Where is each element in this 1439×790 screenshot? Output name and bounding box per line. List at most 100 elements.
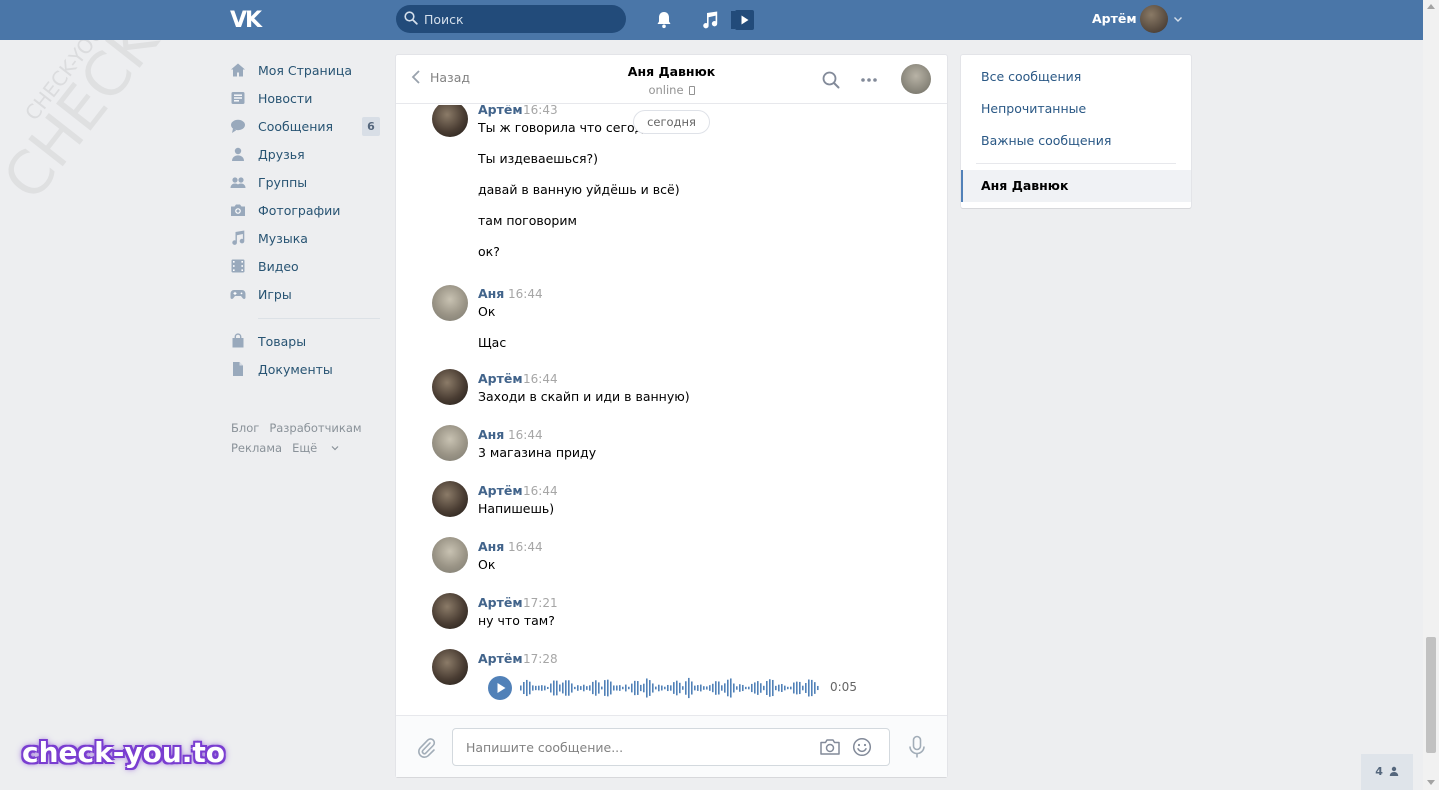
- more-options-icon[interactable]: [860, 71, 878, 89]
- voice-duration: 0:05: [830, 680, 857, 694]
- waveform-bar: [520, 685, 522, 691]
- nav-label: Группы: [258, 174, 308, 190]
- voice-waveform[interactable]: [520, 676, 820, 700]
- person-icon: [1389, 766, 1398, 776]
- nav-label: Музыка: [258, 230, 308, 246]
- waveform-bar: [706, 686, 708, 690]
- message-author[interactable]: Артём: [478, 595, 523, 610]
- waveform-bar: [811, 679, 813, 697]
- nav-item-photos[interactable]: Фотографии: [230, 196, 380, 224]
- footer-link-developers[interactable]: Разработчикам: [269, 421, 361, 435]
- nav-item-music[interactable]: Музыка: [230, 224, 380, 252]
- waveform-bar: [580, 686, 582, 690]
- music-icon[interactable]: [699, 9, 721, 31]
- avatar[interactable]: [432, 105, 468, 137]
- vk-logo[interactable]: VK: [230, 8, 264, 33]
- nav-item-documents[interactable]: Документы: [230, 355, 380, 383]
- message-author[interactable]: Аня: [478, 427, 504, 442]
- microphone-icon[interactable]: [908, 735, 926, 759]
- voice-play-button[interactable]: [488, 676, 512, 700]
- scroll-down-arrow[interactable]: [1427, 780, 1435, 785]
- video-play-icon[interactable]: [731, 9, 755, 31]
- search-icon: [404, 11, 418, 25]
- header-avatar[interactable]: [1140, 5, 1168, 33]
- filter-important[interactable]: Важные сообщения: [961, 125, 1191, 157]
- nav-item-games[interactable]: Игры: [230, 280, 380, 308]
- scrollbar-thumb[interactable]: [1426, 637, 1436, 753]
- nav-item-news[interactable]: Новости: [230, 84, 380, 112]
- waveform-bar: [640, 684, 642, 692]
- waveform-bar: [808, 679, 810, 697]
- waveform-bar: [739, 684, 741, 692]
- message-time: 16:44: [523, 484, 558, 498]
- waveform-bar: [697, 685, 699, 691]
- waveform-bar: [556, 680, 558, 696]
- nav-item-goods[interactable]: Товары: [230, 327, 380, 355]
- waveform-bar: [754, 682, 756, 694]
- page-scrollbar[interactable]: [1423, 0, 1439, 790]
- waveform-bar: [592, 681, 594, 695]
- waveform-bar: [637, 681, 639, 695]
- nav-label: Сообщения: [258, 118, 334, 134]
- waveform-bar: [532, 685, 534, 691]
- waveform-bar: [601, 686, 603, 690]
- camera-icon[interactable]: [819, 738, 841, 756]
- message-author[interactable]: Аня: [478, 539, 504, 554]
- message-time: 16:44: [508, 540, 543, 554]
- search-box[interactable]: [396, 5, 626, 33]
- avatar[interactable]: [432, 593, 468, 629]
- avatar[interactable]: [432, 369, 468, 405]
- nav-separator: [258, 318, 380, 319]
- search-icon[interactable]: [822, 71, 840, 89]
- message-author[interactable]: Аня: [478, 286, 504, 301]
- waveform-bar: [718, 681, 720, 695]
- message-time: 16:44: [508, 428, 543, 442]
- avatar[interactable]: [432, 537, 468, 573]
- message-author[interactable]: Артём: [478, 105, 523, 117]
- message-author[interactable]: Артём: [478, 371, 523, 386]
- message-author[interactable]: Артём: [478, 483, 523, 498]
- avatar[interactable]: [432, 425, 468, 461]
- waveform-bar: [784, 685, 786, 691]
- active-dialog-item[interactable]: Аня Давнюк: [961, 170, 1191, 202]
- waveform-bar: [724, 683, 726, 693]
- nav-item-my-page[interactable]: Моя Страница: [230, 56, 380, 84]
- waveform-bar: [751, 683, 753, 693]
- waveform-bar: [664, 686, 666, 690]
- avatar[interactable]: [432, 481, 468, 517]
- smile-icon[interactable]: [852, 737, 872, 757]
- games-icon: [230, 290, 246, 299]
- waveform-bar: [619, 685, 621, 691]
- nav-item-groups[interactable]: Группы: [230, 168, 380, 196]
- message-author[interactable]: Артём: [478, 651, 523, 666]
- avatar[interactable]: [432, 649, 468, 685]
- paperclip-icon[interactable]: [416, 737, 436, 759]
- bell-icon[interactable]: [653, 9, 675, 31]
- nav-item-video[interactable]: Видео: [230, 252, 380, 280]
- waveform-bar: [676, 680, 678, 696]
- footer-link-blog[interactable]: Блог: [231, 421, 259, 435]
- nav-item-messages[interactable]: Сообщения 6: [230, 112, 380, 140]
- message-input-box[interactable]: [452, 728, 890, 766]
- filter-all-messages[interactable]: Все сообщения: [961, 61, 1191, 93]
- nav-item-friends[interactable]: Друзья: [230, 140, 380, 168]
- message-text: Ты ж говорила что сегодн: [478, 120, 652, 135]
- waveform-bar: [655, 686, 657, 690]
- footer-link-more[interactable]: Ещё: [292, 441, 339, 455]
- peer-avatar[interactable]: [901, 64, 931, 94]
- online-friends-counter[interactable]: 4: [1361, 754, 1413, 790]
- message-time: 17:28: [523, 652, 558, 666]
- waveform-bar: [625, 684, 627, 692]
- message-input[interactable]: [466, 729, 806, 765]
- footer-link-ads[interactable]: Реклама: [231, 441, 282, 455]
- chevron-down-icon[interactable]: [1173, 14, 1183, 24]
- avatar[interactable]: [432, 285, 468, 321]
- filter-unread[interactable]: Непрочитанные: [961, 93, 1191, 125]
- nav-label: Игры: [258, 286, 292, 302]
- scroll-up-arrow[interactable]: [1427, 4, 1435, 9]
- header-user-name[interactable]: Артём: [1092, 11, 1137, 26]
- waveform-bar: [793, 682, 795, 694]
- waveform-bar: [589, 685, 591, 691]
- search-input[interactable]: [424, 5, 619, 33]
- message-history[interactable]: Артём 16:43 Ты ж говорила что сегодн Ты …: [396, 105, 947, 715]
